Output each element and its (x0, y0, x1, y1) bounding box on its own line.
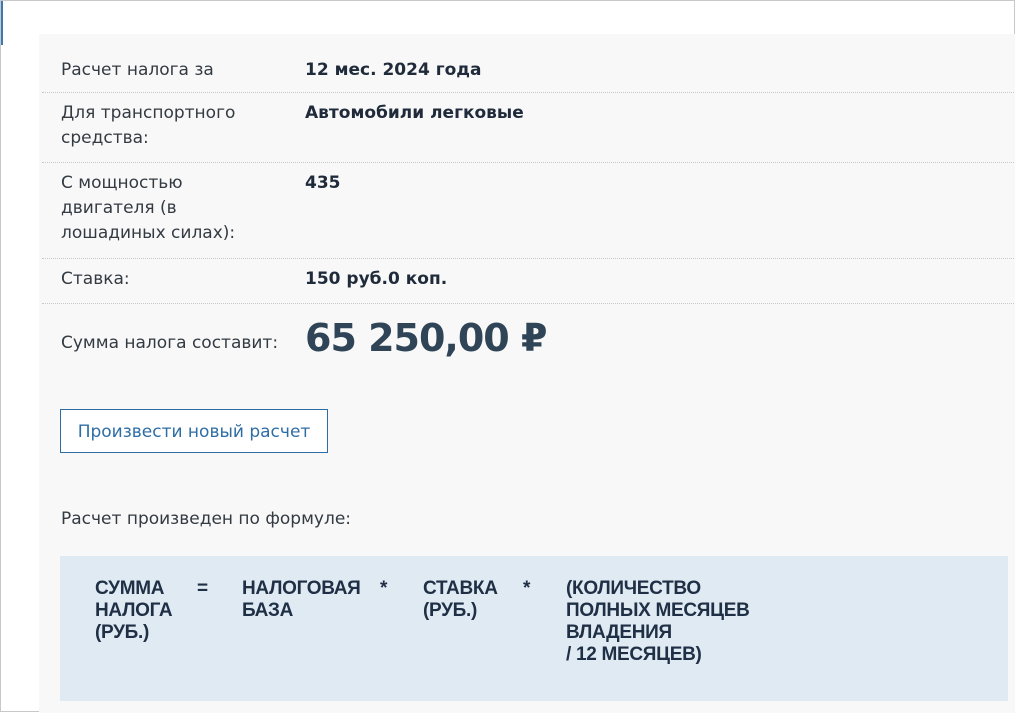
row-rate: Ставка: 150 руб.0 коп. (42, 259, 1015, 304)
power-label: С мощностью двигателя (в лошадиных силах… (61, 173, 236, 243)
tax-sum-label: Сумма налога составит: (61, 333, 279, 353)
tax-sum-value: 65 250,00 ₽ (305, 316, 547, 360)
vehicle-value: Автомобили легковые (305, 103, 524, 123)
power-value: 435 (305, 173, 341, 193)
formula-caption: Расчет произведен по формуле: (61, 509, 352, 529)
new-calculation-button[interactable]: Произвести новый расчет (60, 409, 328, 453)
formula-equals-sign: = (197, 578, 208, 599)
formula-term-months: (КОЛИЧЕСТВО ПОЛНЫХ МЕСЯЦЕВ ВЛАДЕНИЯ / 12… (566, 578, 750, 665)
formula-term-rate: СТАВКА (РУБ.) (423, 578, 498, 621)
formula-term-tax-sum: СУММА НАЛОГА (РУБ.) (95, 578, 173, 643)
formula-term-tax-base: НАЛОГОВАЯ БАЗА (242, 578, 361, 621)
page-frame: Расчет налога за 12 мес. 2024 года Для т… (0, 0, 1015, 713)
period-value: 12 мес. 2024 года (305, 60, 482, 80)
rate-label: Ставка: (61, 269, 130, 289)
formula-multiply-sign: * (523, 578, 531, 599)
period-label: Расчет налога за (61, 60, 214, 80)
formula-box: СУММА НАЛОГА (РУБ.) = НАЛОГОВАЯ БАЗА * С… (60, 556, 1008, 701)
row-period: Расчет налога за 12 мес. 2024 года (42, 49, 1015, 93)
row-power: С мощностью двигателя (в лошадиных силах… (42, 163, 1015, 259)
row-tax-sum: Сумма налога составит: 65 250,00 ₽ (42, 304, 1015, 374)
formula-multiply-sign: * (380, 578, 388, 599)
row-vehicle: Для транспортного средства: Автомобили л… (42, 93, 1015, 163)
left-accent-bar (1, 1, 3, 45)
rate-value: 150 руб.0 коп. (305, 269, 448, 289)
vehicle-label: Для транспортного средства: (61, 103, 236, 148)
result-card: Расчет налога за 12 мес. 2024 года Для т… (39, 34, 1015, 713)
